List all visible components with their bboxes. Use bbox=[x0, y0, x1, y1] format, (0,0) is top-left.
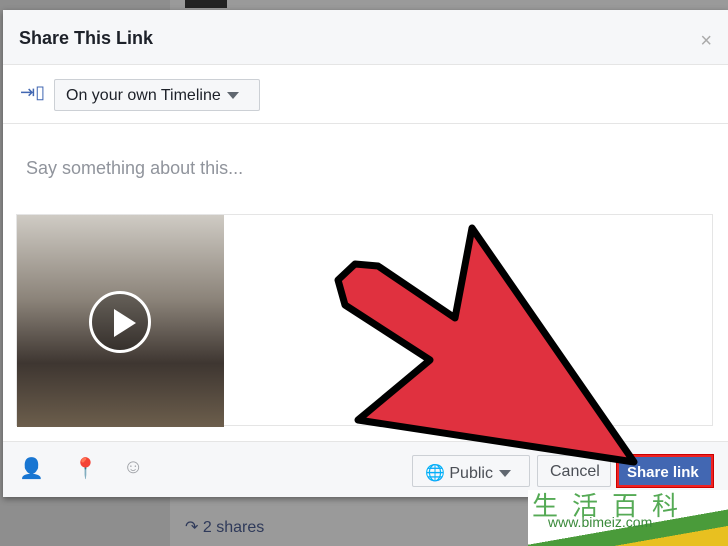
audience-row: ⇥▯ On your own Timeline bbox=[3, 65, 728, 124]
chevron-down-icon bbox=[498, 470, 511, 478]
globe-icon: 🌐 bbox=[425, 465, 445, 482]
privacy-label: Public bbox=[449, 465, 493, 482]
privacy-button[interactable]: 🌐 Public bbox=[412, 455, 530, 487]
tag-friends-icon[interactable]: 👤 bbox=[19, 456, 44, 481]
share-dialog: Share This Link × ⇥▯ On your own Timelin… bbox=[3, 10, 728, 497]
feeling-icon[interactable]: ☺ bbox=[123, 456, 143, 479]
top-bar bbox=[185, 0, 227, 8]
close-icon[interactable]: × bbox=[700, 30, 712, 53]
watermark-logo: 生活百科 www.bimeiz.com bbox=[528, 490, 728, 546]
play-icon[interactable] bbox=[89, 291, 151, 353]
cancel-button[interactable]: Cancel bbox=[537, 455, 611, 487]
composer-input[interactable]: Say something about this... bbox=[26, 158, 243, 179]
watermark-text: www.bimeiz.com bbox=[548, 514, 653, 530]
share-link-button[interactable]: Share link bbox=[616, 454, 714, 488]
dialog-header: Share This Link × bbox=[3, 10, 728, 65]
location-icon[interactable]: 📍 bbox=[73, 456, 98, 481]
link-preview[interactable] bbox=[16, 214, 713, 427]
video-thumbnail[interactable] bbox=[17, 215, 224, 427]
dialog-title: Share This Link bbox=[19, 28, 154, 48]
chevron-down-icon bbox=[226, 92, 239, 100]
timeline-icon: ⇥▯ bbox=[20, 82, 45, 102]
shares-count[interactable]: ↷ 2 shares bbox=[185, 517, 264, 537]
audience-select[interactable]: On your own Timeline bbox=[54, 79, 260, 111]
audience-label: On your own Timeline bbox=[66, 87, 221, 104]
shares-label: 2 shares bbox=[202, 519, 265, 536]
